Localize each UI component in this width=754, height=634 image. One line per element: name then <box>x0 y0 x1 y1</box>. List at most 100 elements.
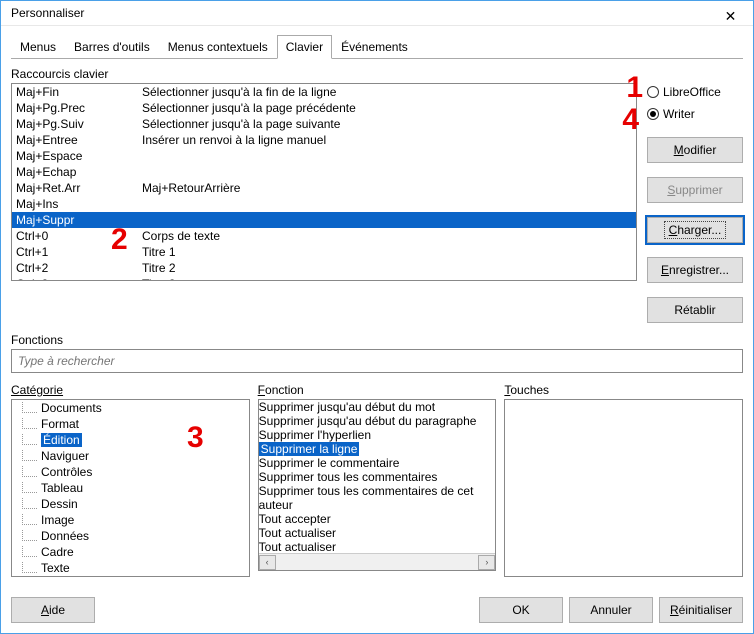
shortcut-function: Titre 3 <box>142 276 632 281</box>
shortcut-key: Maj+Ins <box>16 196 142 212</box>
shortcut-row[interactable]: Maj+EntreeInsérer un renvoi à la ligne m… <box>12 132 636 148</box>
function-item[interactable]: Tout actualiser <box>259 526 496 540</box>
shortcut-row[interactable]: Ctrl+1Titre 1 <box>12 244 636 260</box>
category-item[interactable]: Format <box>12 416 249 432</box>
function-item[interactable]: Supprimer jusqu'au début du mot <box>259 400 496 414</box>
shortcut-function <box>142 212 632 228</box>
right-panel: LibreOffice Writer Modifier Supprimer Ch… <box>647 83 743 323</box>
shortcut-key: Maj+Pg.Prec <box>16 100 142 116</box>
close-icon[interactable]: ✕ <box>708 1 753 31</box>
delete-button[interactable]: Supprimer <box>647 177 743 203</box>
shortcut-function <box>142 164 632 180</box>
shortcut-row[interactable]: Maj+Espace <box>12 148 636 164</box>
function-item[interactable]: Tout actualiser <box>259 540 496 553</box>
scope-libreoffice[interactable]: LibreOffice <box>647 83 743 101</box>
scope-writer[interactable]: Writer <box>647 105 743 123</box>
function-item[interactable]: Tout accepter <box>259 512 496 526</box>
category-item[interactable]: Cadre <box>12 544 249 560</box>
shortcut-row[interactable]: Ctrl+3Titre 3 <box>12 276 636 281</box>
function-item[interactable]: Supprimer la ligne <box>259 442 496 456</box>
category-item[interactable]: Naviguer <box>12 448 249 464</box>
shortcut-key: Maj+Espace <box>16 148 142 164</box>
tab-context-menus[interactable]: Menus contextuels <box>159 35 277 59</box>
function-item[interactable]: Supprimer le commentaire <box>259 456 496 470</box>
search-input[interactable] <box>11 349 743 373</box>
cancel-button[interactable]: Annuler <box>569 597 653 623</box>
category-item[interactable]: Données <box>12 528 249 544</box>
shortcut-function <box>142 196 632 212</box>
function-list[interactable]: Supprimer jusqu'au début du motSupprimer… <box>259 400 496 553</box>
customize-dialog: Personnaliser ✕ Menus Barres d'outils Me… <box>0 0 754 634</box>
category-column: Catégorie DocumentsFormatÉditionNaviguer… <box>11 375 250 577</box>
shortcut-key: Ctrl+1 <box>16 244 142 260</box>
scroll-left-icon[interactable]: ‹ <box>259 555 276 570</box>
shortcuts-label: Raccourcis clavier <box>11 67 743 81</box>
shortcut-row[interactable]: Maj+Pg.SuivSélectionner jusqu'à la page … <box>12 116 636 132</box>
category-item[interactable]: Tableau <box>12 480 249 496</box>
load-button[interactable]: Charger... <box>647 217 743 243</box>
ok-button[interactable]: OK <box>479 597 563 623</box>
shortcut-row[interactable]: Maj+Ins <box>12 196 636 212</box>
scroll-track[interactable] <box>276 555 479 570</box>
keys-list[interactable] <box>504 399 743 577</box>
category-item[interactable]: Dessin <box>12 496 249 512</box>
keys-label: Touches <box>504 383 743 397</box>
function-column: Fonction Supprimer jusqu'au début du mot… <box>258 375 497 577</box>
shortcut-function: Sélectionner jusqu'à la page précédente <box>142 100 632 116</box>
shortcut-function: Corps de texte <box>142 228 632 244</box>
shortcut-row[interactable]: Maj+Suppr <box>12 212 636 228</box>
shortcut-row[interactable]: Maj+Ret.ArrMaj+RetourArrière <box>12 180 636 196</box>
tab-toolbars[interactable]: Barres d'outils <box>65 35 159 59</box>
shortcut-function: Sélectionner jusqu'à la fin de la ligne <box>142 84 632 100</box>
category-item[interactable]: Image <box>12 512 249 528</box>
shortcut-row[interactable]: Maj+FinSélectionner jusqu'à la fin de la… <box>12 84 636 100</box>
functions-label: Fonctions <box>11 333 743 347</box>
function-item[interactable]: Supprimer tous les commentaires de cet a… <box>259 484 496 512</box>
function-label: Fonction <box>258 383 497 397</box>
shortcut-row[interactable]: Maj+Pg.PrecSélectionner jusqu'à la page … <box>12 100 636 116</box>
shortcut-key: Maj+Suppr <box>16 212 142 228</box>
function-item[interactable]: Supprimer tous les commentaires <box>259 470 496 484</box>
shortcut-key: Ctrl+3 <box>16 276 142 281</box>
shortcut-key: Maj+Echap <box>16 164 142 180</box>
footer-reset-button[interactable]: Réinitialiser <box>659 597 743 623</box>
dialog-content: Menus Barres d'outils Menus contextuels … <box>1 26 753 587</box>
save-button[interactable]: Enregistrer... <box>647 257 743 283</box>
modify-button[interactable]: Modifier <box>647 137 743 163</box>
shortcut-row[interactable]: Ctrl+0Corps de texte <box>12 228 636 244</box>
scope-libre-label: LibreOffice <box>663 85 721 99</box>
tab-events[interactable]: Événements <box>332 35 417 59</box>
reset-button[interactable]: Rétablir <box>647 297 743 323</box>
shortcut-key: Ctrl+0 <box>16 228 142 244</box>
shortcuts-row: Maj+FinSélectionner jusqu'à la fin de la… <box>11 83 743 323</box>
shortcut-function: Insérer un renvoi à la ligne manuel <box>142 132 632 148</box>
shortcuts-list[interactable]: Maj+FinSélectionner jusqu'à la fin de la… <box>11 83 637 281</box>
shortcut-function: Maj+RetourArrière <box>142 180 632 196</box>
category-item[interactable]: Contrôles <box>12 464 249 480</box>
shortcut-row[interactable]: Ctrl+2Titre 2 <box>12 260 636 276</box>
shortcut-key: Maj+Ret.Arr <box>16 180 142 196</box>
category-item[interactable]: Édition <box>12 432 249 448</box>
category-label: Catégorie <box>11 383 250 397</box>
radio-icon <box>647 86 659 98</box>
shortcut-row[interactable]: Maj+Echap <box>12 164 636 180</box>
tab-bar: Menus Barres d'outils Menus contextuels … <box>11 34 743 59</box>
category-item[interactable]: Texte <box>12 560 249 576</box>
shortcut-key: Maj+Fin <box>16 84 142 100</box>
shortcut-function <box>142 148 632 164</box>
tab-menus[interactable]: Menus <box>11 35 65 59</box>
shortcut-key: Maj+Pg.Suiv <box>16 116 142 132</box>
shortcut-function: Titre 2 <box>142 260 632 276</box>
category-item[interactable]: Documents <box>12 400 249 416</box>
scroll-right-icon[interactable]: › <box>478 555 495 570</box>
titlebar: Personnaliser ✕ <box>1 1 753 26</box>
shortcut-key: Ctrl+2 <box>16 260 142 276</box>
function-item[interactable]: Supprimer l'hyperlien <box>259 428 496 442</box>
function-hscroll[interactable]: ‹ › <box>259 553 496 570</box>
tab-keyboard[interactable]: Clavier <box>277 35 332 59</box>
function-list-wrap: Supprimer jusqu'au début du motSupprimer… <box>258 399 497 571</box>
shortcut-function: Sélectionner jusqu'à la page suivante <box>142 116 632 132</box>
function-item[interactable]: Supprimer jusqu'au début du paragraphe <box>259 414 496 428</box>
category-list[interactable]: DocumentsFormatÉditionNaviguerContrôlesT… <box>11 399 250 577</box>
help-button[interactable]: Aide <box>11 597 95 623</box>
